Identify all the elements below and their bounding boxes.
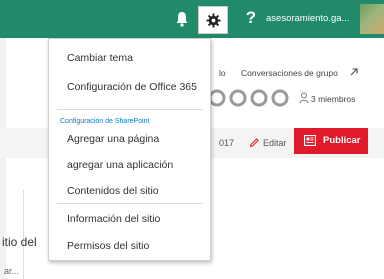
edit-label: Editar xyxy=(263,138,287,148)
menu-item-add-app[interactable]: agregar una aplicación xyxy=(67,159,173,171)
edit-button[interactable]: Editar xyxy=(249,134,289,152)
menu-item-site-contents[interactable]: Contenidos del sitio xyxy=(67,185,159,197)
menu-item-change-theme[interactable]: Cambiar tema xyxy=(67,52,133,64)
date-fragment: 017 xyxy=(219,138,235,148)
publish-icon xyxy=(304,135,316,146)
members-count[interactable]: 3 miembros xyxy=(311,94,355,104)
publish-label: Publicar xyxy=(323,135,361,146)
external-link-icon xyxy=(350,68,358,76)
menu-item-site-information[interactable]: Información del sitio xyxy=(67,213,160,225)
page-text-fragment: lo xyxy=(219,68,226,78)
sharepoint-settings-header: Configuración de SharePoint xyxy=(60,118,150,125)
avatar[interactable] xyxy=(360,4,384,34)
gear-icon xyxy=(206,13,221,28)
site-text-fragment: itio del xyxy=(2,235,37,249)
bell-icon[interactable] xyxy=(174,10,190,28)
member-avatars[interactable] xyxy=(207,88,295,108)
menu-separator xyxy=(57,109,203,110)
group-conversations-link[interactable]: Conversaciones de grupo xyxy=(241,68,338,78)
pencil-icon xyxy=(249,138,259,148)
user-name[interactable]: asesoramiento.ga... xyxy=(266,12,358,26)
settings-menu: Cambiar tema Configuración de Office 365… xyxy=(48,38,211,261)
menu-item-add-page[interactable]: Agregar una página xyxy=(67,133,159,145)
person-icon xyxy=(299,92,309,104)
settings-button[interactable] xyxy=(198,6,228,34)
menu-item-site-permissions[interactable]: Permisos del sitio xyxy=(67,240,149,252)
help-icon[interactable]: ? xyxy=(244,8,258,28)
publish-button[interactable]: Publicar xyxy=(294,128,368,154)
page-text-fragment-bottom: ar... xyxy=(4,266,20,276)
menu-item-office365-settings[interactable]: Configuración de Office 365 xyxy=(67,81,197,93)
menu-separator xyxy=(57,203,203,204)
suite-bar: ? asesoramiento.ga... xyxy=(0,0,384,38)
